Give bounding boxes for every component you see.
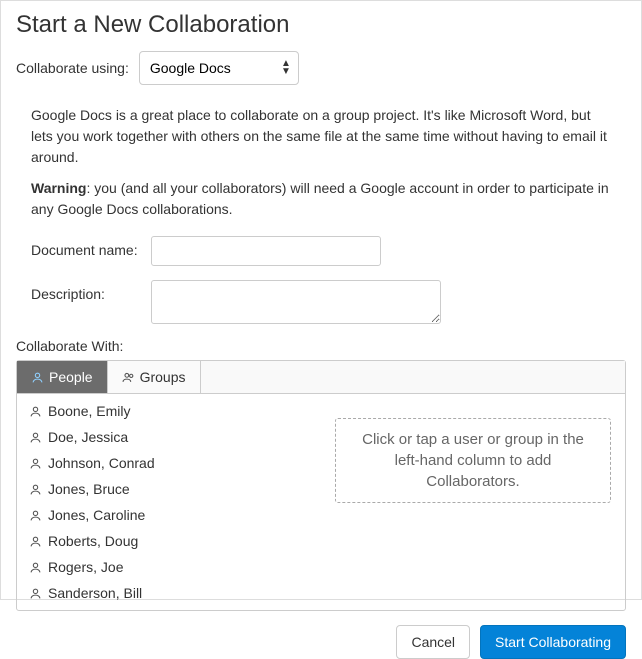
description-label: Description: xyxy=(31,280,151,302)
document-name-label: Document name: xyxy=(31,236,151,258)
list-item-label: Jones, Bruce xyxy=(48,481,130,497)
list-item[interactable]: Boone, Emily xyxy=(17,398,321,424)
warning-text: : you (and all your collaborators) will … xyxy=(31,180,609,217)
cancel-button[interactable]: Cancel xyxy=(396,625,470,659)
collaborate-using-select[interactable]: Google Docs xyxy=(139,51,299,85)
collaborate-using-row: Collaborate using: Google Docs ▲▼ xyxy=(16,51,626,85)
person-icon xyxy=(29,457,42,470)
person-icon xyxy=(29,561,42,574)
tab-people-label: People xyxy=(49,369,93,385)
list-item-label: Boone, Emily xyxy=(48,403,130,419)
collaborate-using-select-wrap: Google Docs ▲▼ xyxy=(139,51,299,85)
list-item-label: Doe, Jessica xyxy=(48,429,128,445)
document-name-input[interactable] xyxy=(151,236,381,266)
list-item-label: Roberts, Doug xyxy=(48,533,138,549)
person-icon xyxy=(29,431,42,444)
group-icon xyxy=(122,371,135,384)
person-icon xyxy=(29,405,42,418)
tab-people[interactable]: People xyxy=(17,361,108,393)
document-name-row: Document name: xyxy=(16,236,626,266)
person-icon xyxy=(31,371,44,384)
tab-groups[interactable]: Groups xyxy=(108,361,201,393)
collab-body: Boone, Emily Doe, Jessica Johnson, Conrad J… xyxy=(17,394,625,610)
start-collaborating-button[interactable]: Start Collaborating xyxy=(480,625,626,659)
list-item-label: Sanderson, Bill xyxy=(48,585,142,601)
collaborate-using-label: Collaborate using: xyxy=(16,60,129,76)
hint-area: Click or tap a user or group in the left… xyxy=(321,394,625,610)
people-list: Boone, Emily Doe, Jessica Johnson, Conrad J… xyxy=(17,394,321,610)
description-textarea[interactable] xyxy=(151,280,441,324)
list-item[interactable]: Rogers, Joe xyxy=(17,554,321,580)
list-item-label: Jones, Caroline xyxy=(48,507,145,523)
warning-label: Warning xyxy=(31,180,86,196)
collaborate-with-box: People Groups Boone, Emily Doe, Jessica Jo… xyxy=(16,360,626,611)
intro-text: Google Docs is a great place to collabor… xyxy=(31,105,611,168)
intro-text-block: Google Docs is a great place to collabor… xyxy=(16,105,626,220)
list-item[interactable]: Jones, Bruce xyxy=(17,476,321,502)
footer-buttons: Cancel Start Collaborating xyxy=(16,625,626,659)
list-item[interactable]: Jones, Caroline xyxy=(17,502,321,528)
list-item[interactable]: Sanderson, Bill xyxy=(17,580,321,606)
person-icon xyxy=(29,483,42,496)
list-item-label: Rogers, Joe xyxy=(48,559,123,575)
collab-tabs: People Groups xyxy=(17,361,625,394)
tab-groups-label: Groups xyxy=(140,369,186,385)
list-item[interactable]: Roberts, Doug xyxy=(17,528,321,554)
page-title: Start a New Collaboration xyxy=(16,11,626,39)
list-item[interactable]: Doe, Jessica xyxy=(17,424,321,450)
description-row: Description: xyxy=(16,280,626,324)
intro-warning: Warning: you (and all your collaborators… xyxy=(31,178,611,220)
list-item-label: Johnson, Conrad xyxy=(48,455,155,471)
person-icon xyxy=(29,509,42,522)
collaborate-with-label: Collaborate With: xyxy=(16,338,626,354)
list-item[interactable]: Johnson, Conrad xyxy=(17,450,321,476)
person-icon xyxy=(29,587,42,600)
hint-box: Click or tap a user or group in the left… xyxy=(335,418,611,503)
person-icon xyxy=(29,535,42,548)
